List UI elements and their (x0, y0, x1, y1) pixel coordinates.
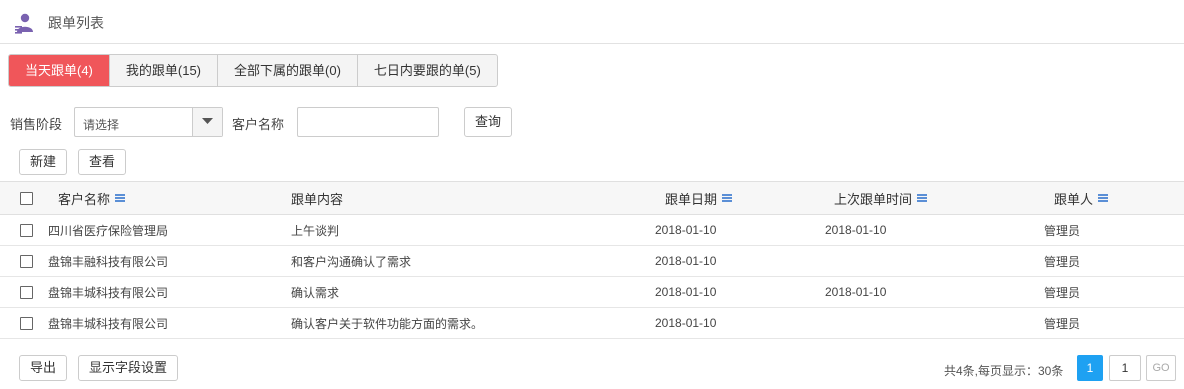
field-settings-button[interactable]: 显示字段设置 (78, 355, 179, 381)
tab-subordinates[interactable]: 全部下属的跟单(0) (218, 55, 358, 86)
follow-up-table: 客户名称 跟单内容 跟单日期 上次跟单时间 跟单人 四川省医疗保险管理局 上午谈… (0, 181, 1184, 339)
owner-cell: 管理员 (1044, 223, 1081, 238)
last-time-cell: 2018-01-10 (825, 285, 887, 299)
column-menu-icon[interactable] (722, 194, 733, 202)
follow-up-tabs: 当天跟单(4) 我的跟单(15) 全部下属的跟单(0) 七日内要跟的单(5) (8, 54, 498, 87)
column-menu-icon[interactable] (917, 194, 928, 202)
tab-next-seven-days[interactable]: 七日内要跟的单(5) (358, 55, 497, 86)
column-header-last-time[interactable]: 上次跟单时间 (834, 182, 928, 214)
date-cell: 2018-01-10 (655, 223, 717, 237)
table-row[interactable]: 盘锦丰城科技有限公司 确认需求 2018-01-10 2018-01-10 管理… (0, 277, 1184, 308)
tab-today[interactable]: 当天跟单(4) (9, 55, 110, 86)
new-button[interactable]: 新建 (19, 149, 68, 175)
sales-stage-select[interactable]: 请选择 (74, 107, 223, 137)
table-row[interactable]: 四川省医疗保险管理局 上午谈判 2018-01-10 2018-01-10 管理… (0, 215, 1184, 246)
page-jump-input[interactable]: 1 (1109, 355, 1141, 381)
row-checkbox[interactable] (20, 285, 33, 299)
table-row[interactable]: 盘锦丰融科技有限公司 和客户沟通确认了需求 2018-01-10 管理员 (0, 246, 1184, 277)
column-header-date[interactable]: 跟单日期 (665, 182, 733, 214)
customer-cell: 盘锦丰融科技有限公司 (48, 254, 169, 269)
table-header: 客户名称 跟单内容 跟单日期 上次跟单时间 跟单人 (0, 181, 1184, 215)
owner-cell: 管理员 (1044, 316, 1081, 331)
sales-stage-label: 销售阶段 (10, 117, 63, 132)
dropdown-toggle[interactable] (192, 108, 222, 136)
customer-name-label: 客户名称 (232, 117, 285, 132)
sales-stage-value: 请选择 (83, 118, 120, 132)
owner-cell: 管理员 (1044, 285, 1081, 300)
column-header-owner[interactable]: 跟单人 (1054, 182, 1109, 214)
page-title: 跟单列表 (48, 15, 104, 31)
page-button-current[interactable]: 1 (1077, 355, 1103, 381)
pager-info: 共4条,每页显示：30条 (944, 364, 1064, 378)
user-list-icon (14, 12, 36, 34)
caret-down-icon (202, 118, 213, 124)
date-cell: 2018-01-10 (655, 285, 717, 299)
tab-mine[interactable]: 我的跟单(15) (110, 55, 219, 86)
export-button[interactable]: 导出 (19, 355, 68, 381)
column-menu-icon[interactable] (1098, 194, 1109, 202)
date-cell: 2018-01-10 (655, 254, 717, 268)
select-all-checkbox[interactable] (20, 191, 33, 205)
column-menu-icon[interactable] (115, 194, 126, 202)
content-cell: 确认需求 (291, 285, 340, 300)
page-header: 跟单列表 (0, 0, 1184, 44)
owner-cell: 管理员 (1044, 254, 1081, 269)
customer-cell: 盘锦丰城科技有限公司 (48, 316, 169, 331)
row-checkbox[interactable] (20, 254, 33, 268)
customer-cell: 盘锦丰城科技有限公司 (48, 285, 169, 300)
customer-cell: 四川省医疗保险管理局 (48, 223, 169, 238)
row-checkbox[interactable] (20, 316, 33, 330)
search-button[interactable]: 查询 (464, 107, 513, 137)
content-cell: 和客户沟通确认了需求 (291, 254, 412, 269)
date-cell: 2018-01-10 (655, 316, 717, 330)
last-time-cell: 2018-01-10 (825, 223, 887, 237)
column-header-content: 跟单内容 (291, 191, 344, 207)
row-checkbox[interactable] (20, 223, 33, 237)
column-header-customer[interactable]: 客户名称 (58, 182, 126, 214)
table-row[interactable]: 盘锦丰城科技有限公司 确认客户关于软件功能方面的需求。 2018-01-10 管… (0, 308, 1184, 339)
go-button[interactable]: GO (1146, 355, 1176, 381)
customer-name-input[interactable] (297, 107, 439, 137)
view-button[interactable]: 查看 (78, 149, 127, 175)
content-cell: 确认客户关于软件功能方面的需求。 (291, 316, 484, 331)
content-cell: 上午谈判 (291, 223, 340, 238)
